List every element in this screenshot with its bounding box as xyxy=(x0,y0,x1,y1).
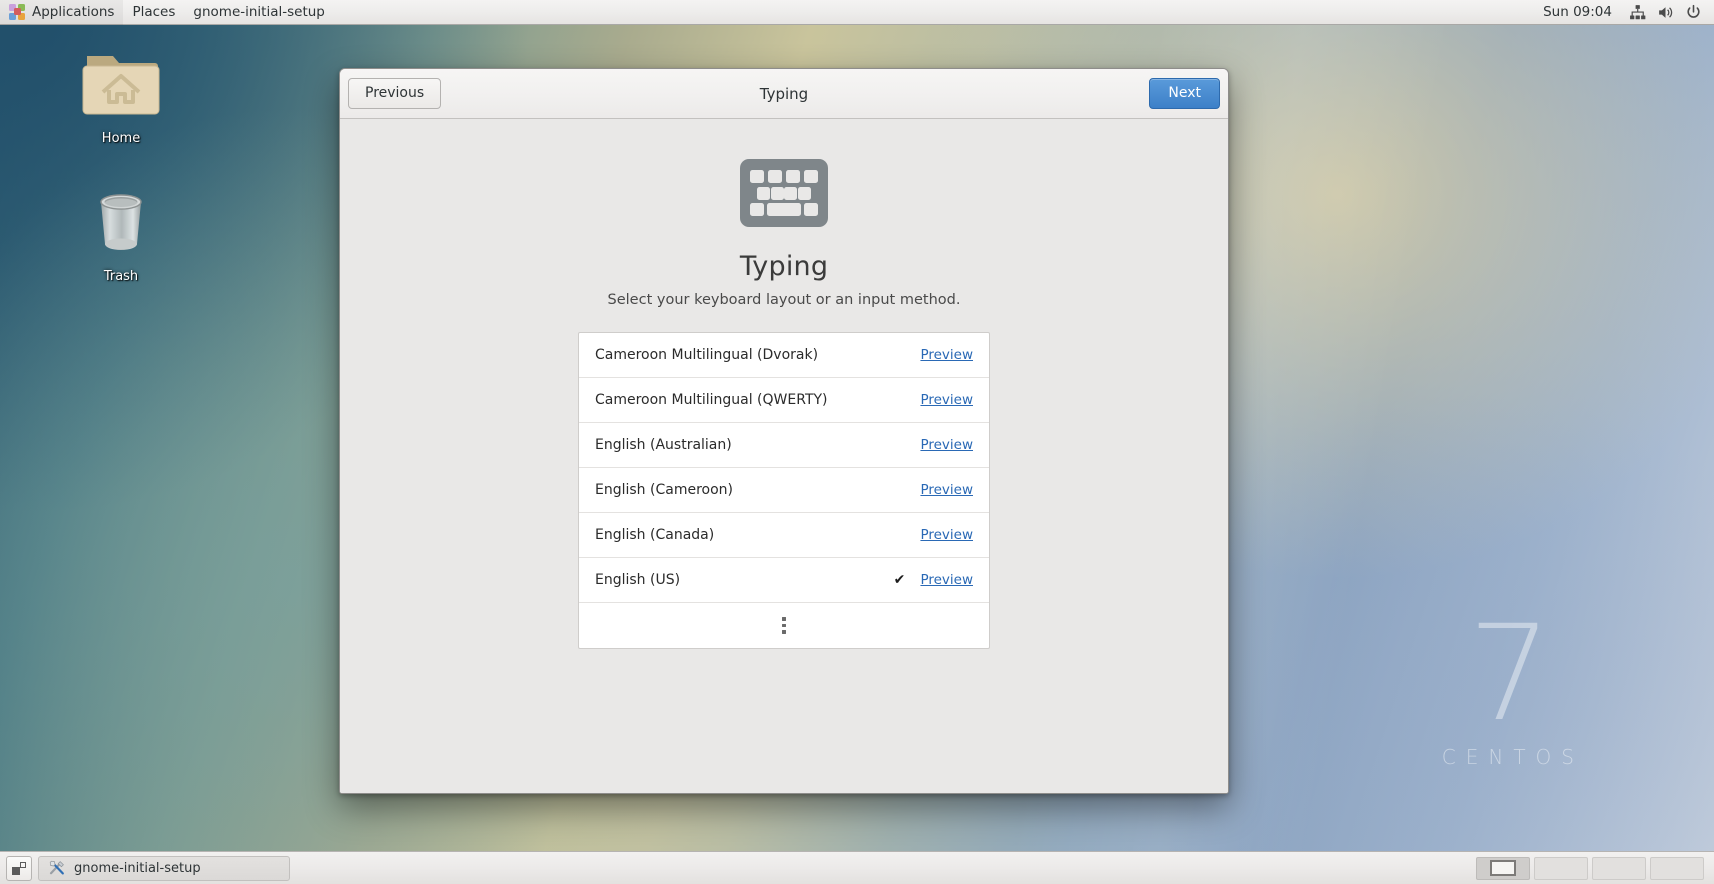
page-subtitle: Select your keyboard layout or an input … xyxy=(607,292,961,308)
workspace-2[interactable] xyxy=(1534,856,1588,880)
workspace-4[interactable] xyxy=(1650,856,1704,880)
window-titlebar: Previous Typing Next xyxy=(340,69,1228,119)
top-panel: Applications Places gnome-initial-setup … xyxy=(0,0,1714,25)
desktop-icon-trash[interactable]: Trash xyxy=(66,180,176,284)
show-more-layouts-button[interactable] xyxy=(579,603,989,648)
show-desktop-button[interactable] xyxy=(6,855,32,881)
home-folder-icon xyxy=(82,56,160,115)
volume-icon[interactable] xyxy=(1652,0,1678,25)
desktop-icon-home-label: Home xyxy=(101,131,141,146)
gnome-initial-setup-window: Previous Typing Next Typing Select your … xyxy=(339,68,1229,794)
previous-button[interactable]: Previous xyxy=(348,78,442,109)
selected-check: ✔ xyxy=(893,572,906,588)
preview-link[interactable]: Preview xyxy=(920,527,973,543)
list-item[interactable]: Cameroon Multilingual (QWERTY) Preview xyxy=(579,378,989,423)
layout-label: Cameroon Multilingual (QWERTY) xyxy=(595,392,828,408)
workspace-switcher[interactable] xyxy=(1476,856,1708,880)
desktop-icon-home[interactable]: Home xyxy=(66,42,176,146)
window-menu-label: gnome-initial-setup xyxy=(193,4,325,20)
layout-label: Cameroon Multilingual (Dvorak) xyxy=(595,347,819,363)
list-item[interactable]: English (Canada) Preview xyxy=(579,513,989,558)
trash-icon xyxy=(100,194,142,250)
layout-label: English (Australian) xyxy=(595,437,732,453)
tools-icon xyxy=(49,860,64,875)
layout-label: English (US) xyxy=(595,572,681,588)
list-item[interactable]: English (Cameroon) Preview xyxy=(579,468,989,513)
next-button[interactable]: Next xyxy=(1149,78,1220,109)
list-item[interactable]: English (US) ✔ Preview xyxy=(579,558,989,603)
places-menu[interactable]: Places xyxy=(123,0,184,25)
applications-menu-label: Applications xyxy=(32,4,115,20)
panel-status-area: Sun 09:04 xyxy=(1533,0,1714,25)
window-menu[interactable]: gnome-initial-setup xyxy=(184,0,333,25)
workspace-3[interactable] xyxy=(1592,856,1646,880)
taskbar-item-label: gnome-initial-setup xyxy=(74,860,201,876)
workspace-window-thumbnail xyxy=(1490,860,1516,876)
bottom-panel: gnome-initial-setup xyxy=(0,851,1714,884)
gnome-foot-icon xyxy=(9,3,26,21)
applications-menu[interactable]: Applications xyxy=(0,0,124,25)
layout-label: English (Cameroon) xyxy=(595,482,733,498)
list-item[interactable]: Cameroon Multilingual (Dvorak) Preview xyxy=(579,333,989,378)
preview-link[interactable]: Preview xyxy=(920,347,973,363)
preview-link[interactable]: Preview xyxy=(920,482,973,498)
places-menu-label: Places xyxy=(132,4,176,20)
preview-link[interactable]: Preview xyxy=(920,392,973,408)
page-title: Typing xyxy=(739,251,829,282)
workspace-1[interactable] xyxy=(1476,856,1530,880)
typing-page-content: Typing Select your keyboard layout or an… xyxy=(340,119,1228,793)
keyboard-layout-list[interactable]: Cameroon Multilingual (Dvorak) Preview C… xyxy=(578,332,990,649)
preview-link[interactable]: Preview xyxy=(920,572,973,588)
clock[interactable]: Sun 09:04 xyxy=(1533,4,1622,20)
taskbar-item-gnome-initial-setup[interactable]: gnome-initial-setup xyxy=(38,855,290,881)
keyboard-icon xyxy=(740,159,828,227)
list-item[interactable]: English (Australian) Preview xyxy=(579,423,989,468)
power-icon[interactable] xyxy=(1680,0,1706,25)
desktop-icon-trash-label: Trash xyxy=(103,269,139,284)
desktop-screen: 7 CENTOS Applications Places gnome-initi… xyxy=(0,0,1714,884)
network-icon[interactable] xyxy=(1624,0,1650,25)
layout-label: English (Canada) xyxy=(595,527,715,543)
show-desktop-icon xyxy=(12,861,26,875)
preview-link[interactable]: Preview xyxy=(920,437,973,453)
window-title: Typing xyxy=(759,84,809,103)
vertical-ellipsis-icon xyxy=(782,617,786,634)
